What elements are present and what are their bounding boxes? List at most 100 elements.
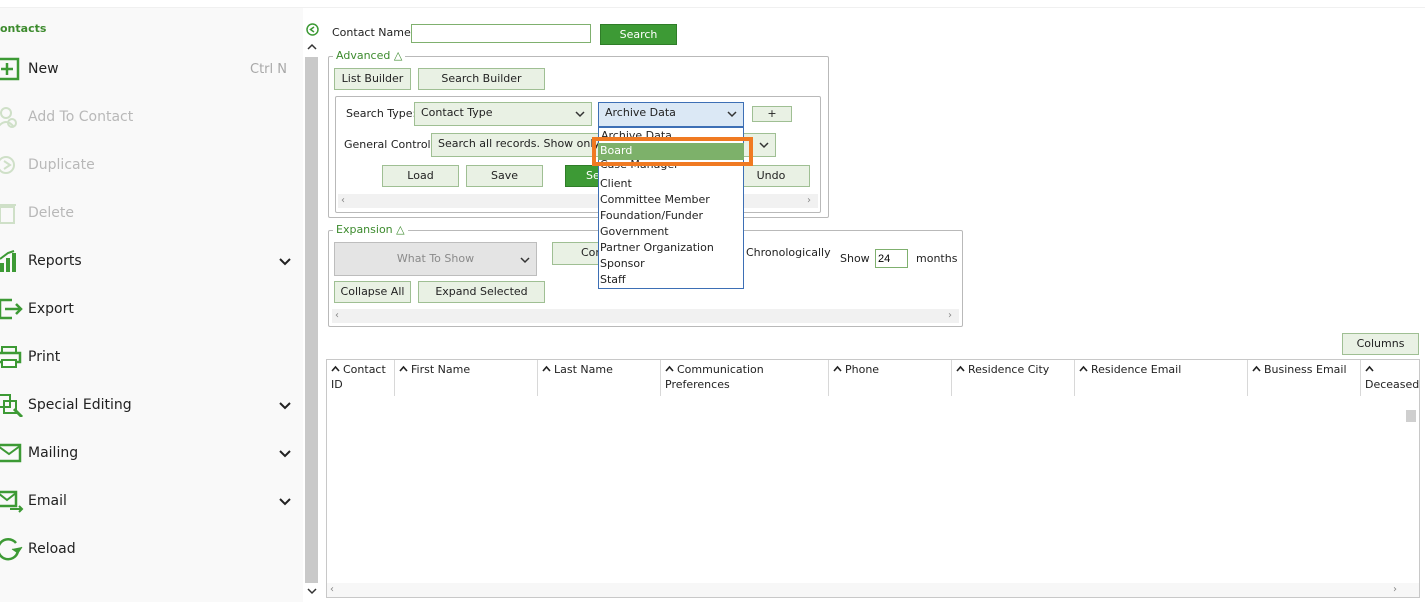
scroll-down-icon[interactable] [307, 586, 317, 596]
search-button[interactable]: Search [600, 24, 677, 45]
column-header-business-email[interactable]: Business Email [1248, 360, 1361, 396]
column-header-label: First Name [411, 363, 471, 376]
sidebar-item-label: Email [28, 493, 67, 509]
show-label: Show [840, 252, 870, 265]
chevron-down-icon [575, 111, 585, 118]
archive-data-value: Archive Data [605, 106, 676, 119]
dropdown-item[interactable]: Government [600, 225, 669, 238]
scroll-left-icon[interactable]: ‹ [341, 196, 349, 206]
add-criteria-button[interactable]: + [752, 106, 792, 122]
sort-up-icon [1079, 365, 1088, 372]
sidebar-item-label: Reload [28, 541, 76, 557]
expand-selected-button[interactable]: Expand Selected [418, 281, 545, 303]
scroll-up-icon[interactable] [307, 42, 317, 52]
column-header-deceased[interactable]: Deceased [1361, 360, 1419, 396]
advanced-legend[interactable]: Advanced △ [333, 49, 406, 62]
shortcut-hint: Ctrl N [250, 62, 287, 77]
sidebar-item-label: New [28, 61, 59, 77]
contact-name-label: Contact Name [332, 26, 411, 39]
sort-up-icon [1252, 365, 1261, 372]
dropdown-item[interactable]: Staff [600, 273, 626, 286]
sidebar-item-label: Duplicate [28, 157, 95, 173]
save-button[interactable]: Save [466, 165, 543, 187]
highlight-annotation-box [592, 137, 753, 166]
column-header-contact-id[interactable]: Contact ID [327, 360, 395, 396]
sidebar-item-mailing[interactable]: Mailing [0, 436, 300, 470]
sidebar-item-print[interactable]: Print [0, 340, 300, 374]
search-type-label: Search Type: [346, 107, 417, 120]
dropdown-item[interactable]: Client [600, 177, 632, 190]
search-builder-button[interactable]: Search Builder [418, 68, 545, 90]
column-header-first-name[interactable]: First Name [395, 360, 538, 396]
column-header-residence-email[interactable]: Residence Email [1075, 360, 1248, 396]
sidebar-item-special-editing[interactable]: Special Editing [0, 388, 300, 422]
sidebar-item-delete[interactable]: Delete [0, 196, 300, 230]
scroll-right-icon[interactable]: › [948, 311, 956, 321]
general-control-value: Search all records. Show only m [438, 137, 615, 150]
sort-up-icon [399, 365, 408, 372]
bar-chart-icon [0, 250, 16, 272]
sidebar-item-add-to-contact[interactable]: Add To Contact [0, 100, 300, 134]
load-button[interactable]: Load [382, 165, 459, 187]
grid-vertical-scrollbar[interactable] [1404, 408, 1418, 580]
column-header-phone[interactable]: Phone [829, 360, 952, 396]
plus-square-icon [0, 57, 20, 81]
sidebar-item-reload[interactable]: Reload [0, 532, 300, 566]
search-type-select[interactable]: Contact Type [414, 102, 592, 126]
vertical-scrollbar[interactable] [305, 57, 318, 583]
dropdown-item[interactable]: Partner Organization [600, 241, 714, 254]
scroll-left-icon[interactable]: ‹ [335, 311, 343, 321]
sidebar-item-duplicate[interactable]: Duplicate [0, 148, 300, 182]
column-header-label: Communication Preferences [665, 363, 764, 391]
sort-up-icon [1365, 365, 1374, 372]
envelope-icon [0, 443, 22, 463]
columns-button[interactable]: Columns [1342, 333, 1419, 355]
scroll-right-icon[interactable]: › [807, 196, 815, 206]
contact-name-input[interactable] [411, 24, 591, 43]
column-header-label: Deceased [1365, 378, 1420, 391]
sidebar-item-reports[interactable]: Reports [0, 244, 300, 278]
column-header-last-name[interactable]: Last Name [538, 360, 661, 396]
collapse-all-button[interactable]: Collapse All [334, 281, 411, 303]
column-header-residence-city[interactable]: Residence City [952, 360, 1075, 396]
column-header-label: Phone [845, 363, 880, 376]
scroll-thumb[interactable] [1406, 410, 1416, 422]
column-header-communication-preferences[interactable]: Communication Preferences [661, 360, 829, 396]
sidebar-item-new[interactable]: New Ctrl N [0, 52, 300, 86]
collapse-panel-icon[interactable] [306, 23, 319, 36]
grid-horizontal-scrollbar[interactable]: ‹ › [327, 583, 1419, 597]
sidebar-item-label: Print [28, 349, 61, 365]
con-button[interactable]: Con [552, 242, 602, 265]
scroll-left-icon[interactable]: ‹ [330, 585, 338, 595]
sidebar-title: ontacts [0, 22, 47, 35]
sort-up-icon [331, 365, 340, 372]
expansion-horizontal-scrollbar[interactable]: ‹ › [332, 309, 959, 323]
scroll-right-icon[interactable]: › [1393, 585, 1401, 595]
what-to-show-select[interactable]: What To Show [334, 242, 537, 276]
months-input[interactable] [875, 249, 908, 268]
chevron-down-icon [727, 111, 737, 118]
sidebar: ontacts New Ctrl N Add To Contact Duplic… [0, 8, 303, 602]
dropdown-item[interactable]: Committee Member [600, 193, 710, 206]
chevron-down-icon [520, 257, 530, 264]
expansion-legend[interactable]: Expansion △ [333, 223, 408, 236]
sidebar-item-label: Delete [28, 205, 74, 221]
builder-horizontal-scrollbar[interactable]: ‹ › [338, 194, 818, 208]
chevron-down-icon [279, 402, 291, 410]
duplicate-icon [0, 156, 15, 174]
months-label: months [916, 252, 958, 265]
sort-up-icon [542, 365, 551, 372]
list-builder-button[interactable]: List Builder [334, 68, 411, 90]
trash-icon [0, 204, 16, 224]
what-to-show-value: What To Show [396, 252, 475, 265]
dropdown-item[interactable]: Foundation/Funder [600, 209, 703, 222]
sidebar-item-email[interactable]: Email [0, 484, 300, 518]
sort-up-icon [833, 365, 842, 372]
reload-icon [0, 538, 23, 561]
chevron-down-icon [279, 450, 291, 458]
sidebar-item-label: Special Editing [28, 397, 132, 413]
dropdown-item[interactable]: Sponsor [600, 257, 645, 270]
sidebar-item-export[interactable]: Export [0, 292, 300, 326]
archive-data-select[interactable]: Archive Data [598, 102, 744, 127]
window-top-strip [0, 0, 1425, 8]
